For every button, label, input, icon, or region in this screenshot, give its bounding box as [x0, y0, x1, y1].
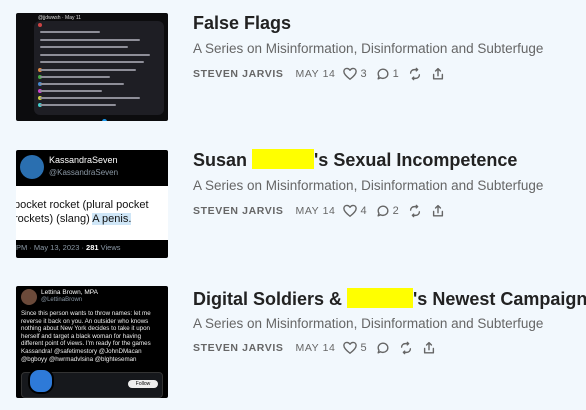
post-item[interactable]: @jjdwwsh · May 11 False Flags A Series o…: [0, 13, 586, 137]
text-line: [40, 46, 128, 48]
like-button[interactable]: 3: [343, 67, 367, 81]
comment-count: 1: [392, 68, 399, 80]
author-name[interactable]: STEVEN JARVIS: [193, 68, 283, 80]
text-line: [40, 69, 136, 71]
post-meta: STEVEN JARVIS MAY 14 4 2: [193, 203, 454, 219]
comment-count: 2: [392, 205, 399, 217]
text-line: [40, 39, 140, 41]
like-button[interactable]: 5: [343, 341, 367, 355]
post-thumbnail[interactable]: @jjdwwsh · May 11: [16, 13, 168, 121]
tweet-text: Since this person wants to throw names: …: [21, 310, 151, 363]
tweet-author-name: KassandraSeven: [49, 155, 118, 165]
screenshot-panel: [34, 21, 164, 115]
text-line: [40, 31, 100, 33]
post-thumbnail[interactable]: KassandraSeven @KassandraSeven pocket ro…: [16, 150, 168, 258]
text-line: [40, 76, 110, 78]
restack-icon: [400, 341, 411, 355]
post-date: MAY 14: [295, 68, 336, 80]
post-subtitle: A Series on Misinformation, Disinformati…: [193, 316, 544, 331]
post-item[interactable]: KassandraSeven @KassandraSeven pocket ro…: [0, 148, 586, 274]
post-thumbnail[interactable]: Lettina Brown, MPA @LettinaBrown Since t…: [16, 286, 168, 398]
comment-icon: [377, 205, 389, 217]
heart-icon: [343, 341, 358, 354]
share-button[interactable]: [431, 204, 445, 218]
profile-avatar: [28, 368, 54, 394]
heart-icon: [343, 204, 358, 217]
restack-button[interactable]: [408, 67, 422, 81]
comment-icon: [377, 68, 389, 80]
comment-button[interactable]: [376, 341, 390, 355]
post-subtitle: A Series on Misinformation, Disinformati…: [193, 178, 544, 193]
scroll-indicator: [102, 119, 107, 121]
post-meta: STEVEN JARVIS MAY 14 5: [193, 340, 445, 356]
text-line: [40, 54, 150, 56]
author-name[interactable]: STEVEN JARVIS: [193, 342, 283, 354]
redaction-highlight: [347, 288, 414, 308]
like-button[interactable]: 4: [343, 204, 367, 218]
restack-icon: [409, 204, 420, 218]
share-icon: [432, 204, 443, 217]
avatar-dot: [38, 23, 42, 27]
follow-button[interactable]: Follow: [128, 380, 158, 388]
post-item[interactable]: Lettina Brown, MPA @LettinaBrown Since t…: [0, 286, 586, 410]
like-count: 4: [360, 205, 367, 217]
tweet-footer: PM · May 13, 2023 · 281 Views: [16, 240, 168, 258]
tweet-author-handle: @LettinaBrown: [41, 297, 83, 303]
text-line: [40, 97, 140, 99]
post-date: MAY 14: [295, 342, 336, 354]
share-button[interactable]: [431, 67, 445, 81]
comment-button[interactable]: 2: [376, 204, 399, 218]
post-title[interactable]: Susan 's Sexual Incompetence: [193, 148, 517, 172]
text-line: [40, 104, 116, 106]
share-icon: [423, 341, 434, 354]
text-line: [40, 90, 102, 92]
avatar: [20, 155, 44, 179]
comment-icon: [377, 342, 389, 354]
tweet-author-name: Lettina Brown, MPA: [41, 289, 98, 296]
post-meta: STEVEN JARVIS MAY 14 3 1: [193, 66, 454, 82]
like-count: 3: [360, 68, 367, 80]
post-subtitle: A Series on Misinformation, Disinformati…: [193, 41, 544, 56]
tweet-text: pocket rocket (plural pocket rockets) (s…: [16, 199, 149, 225]
comment-button[interactable]: 1: [376, 67, 399, 81]
post-title[interactable]: Digital Soldiers & 's Newest Campaign: [193, 287, 586, 311]
restack-button[interactable]: [399, 341, 413, 355]
text-line: [40, 61, 144, 63]
text-line: [40, 83, 124, 85]
avatar: [21, 289, 37, 305]
post-title[interactable]: False Flags: [193, 11, 291, 35]
tweet-author-handle: @KassandraSeven: [49, 168, 119, 177]
tweet-timestamp: PM · May 13, 2023 · 281 Views: [16, 243, 121, 252]
redaction-highlight: [252, 149, 315, 169]
share-icon: [432, 67, 443, 80]
share-button[interactable]: [422, 341, 436, 355]
restack-button[interactable]: [408, 204, 422, 218]
post-date: MAY 14: [295, 205, 336, 217]
like-count: 5: [360, 342, 367, 354]
restack-icon: [409, 67, 420, 81]
thumbnail-handle: @jjdwwsh · May 11: [38, 15, 82, 21]
author-name[interactable]: STEVEN JARVIS: [193, 205, 283, 217]
heart-icon: [343, 67, 358, 80]
